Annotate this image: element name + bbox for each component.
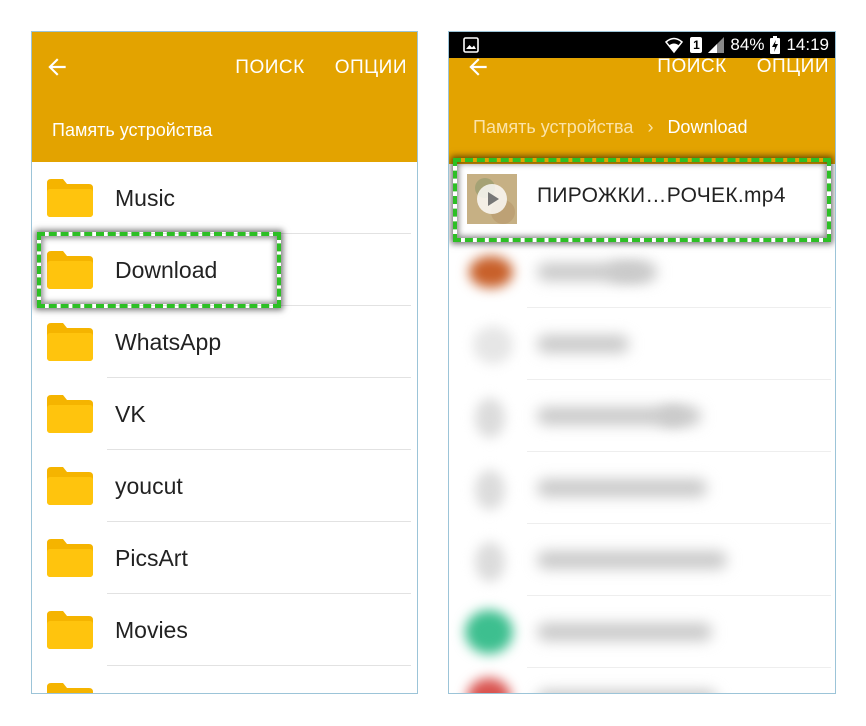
blurred-list-item	[449, 236, 835, 308]
breadcrumb-root[interactable]: Память устройства	[473, 117, 633, 138]
folder-icon	[47, 539, 93, 577]
breadcrumb: Память устройства	[52, 120, 212, 141]
appbar-actions: ПОИСК ОПЦИИ	[657, 56, 829, 78]
folder-row-partial[interactable]	[32, 666, 417, 693]
breadcrumb: Память устройства › Download	[473, 117, 748, 138]
highlight-frame	[37, 232, 281, 308]
appbar-actions: ПОИСК ОПЦИИ	[235, 57, 407, 79]
battery-charging-icon	[770, 36, 781, 54]
image-notification-icon	[463, 37, 479, 53]
search-button[interactable]: ПОИСК	[235, 57, 304, 79]
breadcrumb-current[interactable]: Download	[667, 117, 747, 138]
folder-label: PicsArt	[115, 545, 188, 571]
highlight-frame	[453, 158, 831, 242]
folder-icon	[47, 395, 93, 433]
blurred-avatar	[475, 470, 505, 510]
folder-row-picsart[interactable]: PicsArt	[32, 522, 417, 594]
blurred-list-item	[449, 668, 835, 693]
blurred-text	[537, 335, 629, 353]
folder-row-movies[interactable]: Movies	[32, 594, 417, 666]
blurred-avatar	[465, 610, 513, 654]
folder-row-music[interactable]: Music	[32, 162, 417, 234]
left-screenshot: ПОИСК ОПЦИИ Память устройства Music Down…	[31, 31, 418, 694]
blurred-list-item	[449, 380, 835, 452]
chevron-right-icon: ›	[647, 117, 654, 137]
folder-row-youcut[interactable]: youcut	[32, 450, 417, 522]
status-bar: 1 84% 14:19	[449, 32, 835, 58]
blurred-text	[537, 479, 707, 497]
clock: 14:19	[786, 35, 829, 54]
app-bar: ПОИСК ОПЦИИ Память устройства › Download	[449, 56, 835, 164]
signal-icon	[708, 37, 725, 53]
blurred-avatar	[467, 678, 511, 693]
blurred-avatar	[475, 542, 505, 582]
folder-label: VK	[115, 401, 146, 427]
blurred-text	[537, 551, 727, 569]
folder-icon	[47, 323, 93, 361]
sim-icon: 1	[690, 37, 703, 53]
folder-label: Movies	[115, 617, 188, 643]
breadcrumb-root[interactable]: Память устройства	[52, 120, 212, 141]
options-button[interactable]: ОПЦИИ	[335, 57, 407, 79]
blurred-text	[537, 690, 717, 693]
blurred-list-item	[449, 452, 835, 524]
status-right: 1 84% 14:19	[664, 32, 829, 58]
folder-icon	[47, 467, 93, 505]
blurred-list-item	[449, 524, 835, 596]
blurred-avatar	[469, 256, 513, 288]
folder-label: Music	[115, 185, 176, 211]
blurred-text	[659, 407, 701, 425]
app-bar: ПОИСК ОПЦИИ Память устройства	[32, 32, 417, 162]
folder-label: WhatsApp	[115, 329, 222, 355]
blurred-list-item	[449, 596, 835, 668]
back-arrow-icon[interactable]	[44, 54, 70, 80]
folder-icon	[47, 179, 93, 217]
folder-row-vk[interactable]: VK	[32, 378, 417, 450]
wifi-icon	[665, 37, 684, 54]
options-button[interactable]: ОПЦИИ	[757, 56, 829, 78]
blurred-avatar	[473, 326, 513, 364]
right-screenshot: 1 84% 14:19 ПОИСК ОПЦИИ Память устройств…	[448, 31, 836, 694]
folder-label: youcut	[115, 473, 183, 499]
folder-icon	[47, 683, 93, 693]
battery-percent: 84%	[730, 35, 765, 54]
blurred-list-item	[449, 308, 835, 380]
blurred-avatar	[475, 398, 505, 438]
blurred-text	[609, 263, 657, 281]
search-button[interactable]: ПОИСК	[657, 56, 726, 78]
back-arrow-icon[interactable]	[465, 54, 491, 80]
folder-row-whatsapp[interactable]: WhatsApp	[32, 306, 417, 378]
folder-icon	[47, 611, 93, 649]
blurred-text	[537, 623, 712, 641]
